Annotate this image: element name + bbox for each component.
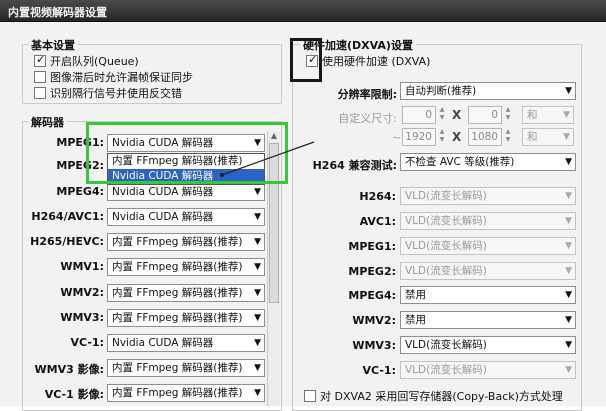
decoder-settings-window: 内置视频解码器设置 基本设置 开启队列(Queue) 图像滞后时允许漏帧保证同步… bbox=[0, 0, 606, 411]
annotation-arrow bbox=[220, 141, 315, 177]
